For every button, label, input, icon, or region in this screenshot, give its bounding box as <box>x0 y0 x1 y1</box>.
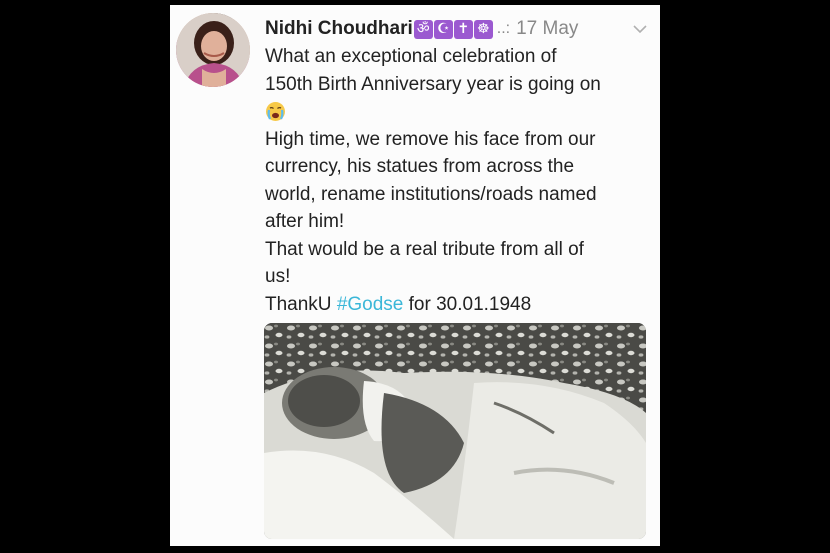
tweet-text-line: us! <box>265 266 291 287</box>
tweet-text-line <box>265 98 653 126</box>
photo-image <box>264 323 646 539</box>
handle-truncated: ..: <box>496 20 511 37</box>
hashtag-link[interactable]: #Godse <box>337 294 404 315</box>
avatar-portrait <box>176 13 250 87</box>
tweet-text-line: High time, we remove his face from our <box>265 128 596 150</box>
author-name[interactable]: Nidhi Choudhari <box>265 18 413 40</box>
crying-face-icon <box>265 101 286 122</box>
tweet-header: Nidhi Choudhari ॐ ☪ ✝ ☸ ..: 17 May <box>265 14 652 44</box>
text-prefix: ThankU <box>265 293 337 315</box>
star-crescent-emoji: ☪ <box>433 19 453 39</box>
tweet-text-line: after him! <box>265 211 345 232</box>
avatar[interactable] <box>176 13 250 87</box>
om-emoji: ॐ <box>413 19 433 39</box>
text-suffix: for 30.01.1948 <box>403 293 532 315</box>
tweet-text-line: world, rename institutions/roads named <box>265 183 597 205</box>
tweet-date[interactable]: 17 May <box>516 18 578 40</box>
tweet-text-line: 150th Birth Anniversary year is going on <box>265 73 601 95</box>
dharma-wheel-emoji: ☸ <box>473 19 493 39</box>
tweet-text-line: That would be a real tribute from all of <box>265 238 584 260</box>
latin-cross-emoji: ✝ <box>453 19 473 39</box>
chevron-down-icon[interactable] <box>632 21 648 37</box>
tweet-card: Nidhi Choudhari ॐ ☪ ✝ ☸ ..: 17 May What … <box>170 5 660 546</box>
tweet-text: What an exceptional celebration of 150th… <box>265 43 653 318</box>
tweet-text-line: currency, his statues from across the <box>265 156 575 177</box>
tweet-text-line: ThankU #Godse for 30.01.1948 <box>265 291 653 319</box>
tweet-text-line: What an exceptional celebration of <box>265 46 557 67</box>
tweet-photo[interactable] <box>264 323 646 539</box>
